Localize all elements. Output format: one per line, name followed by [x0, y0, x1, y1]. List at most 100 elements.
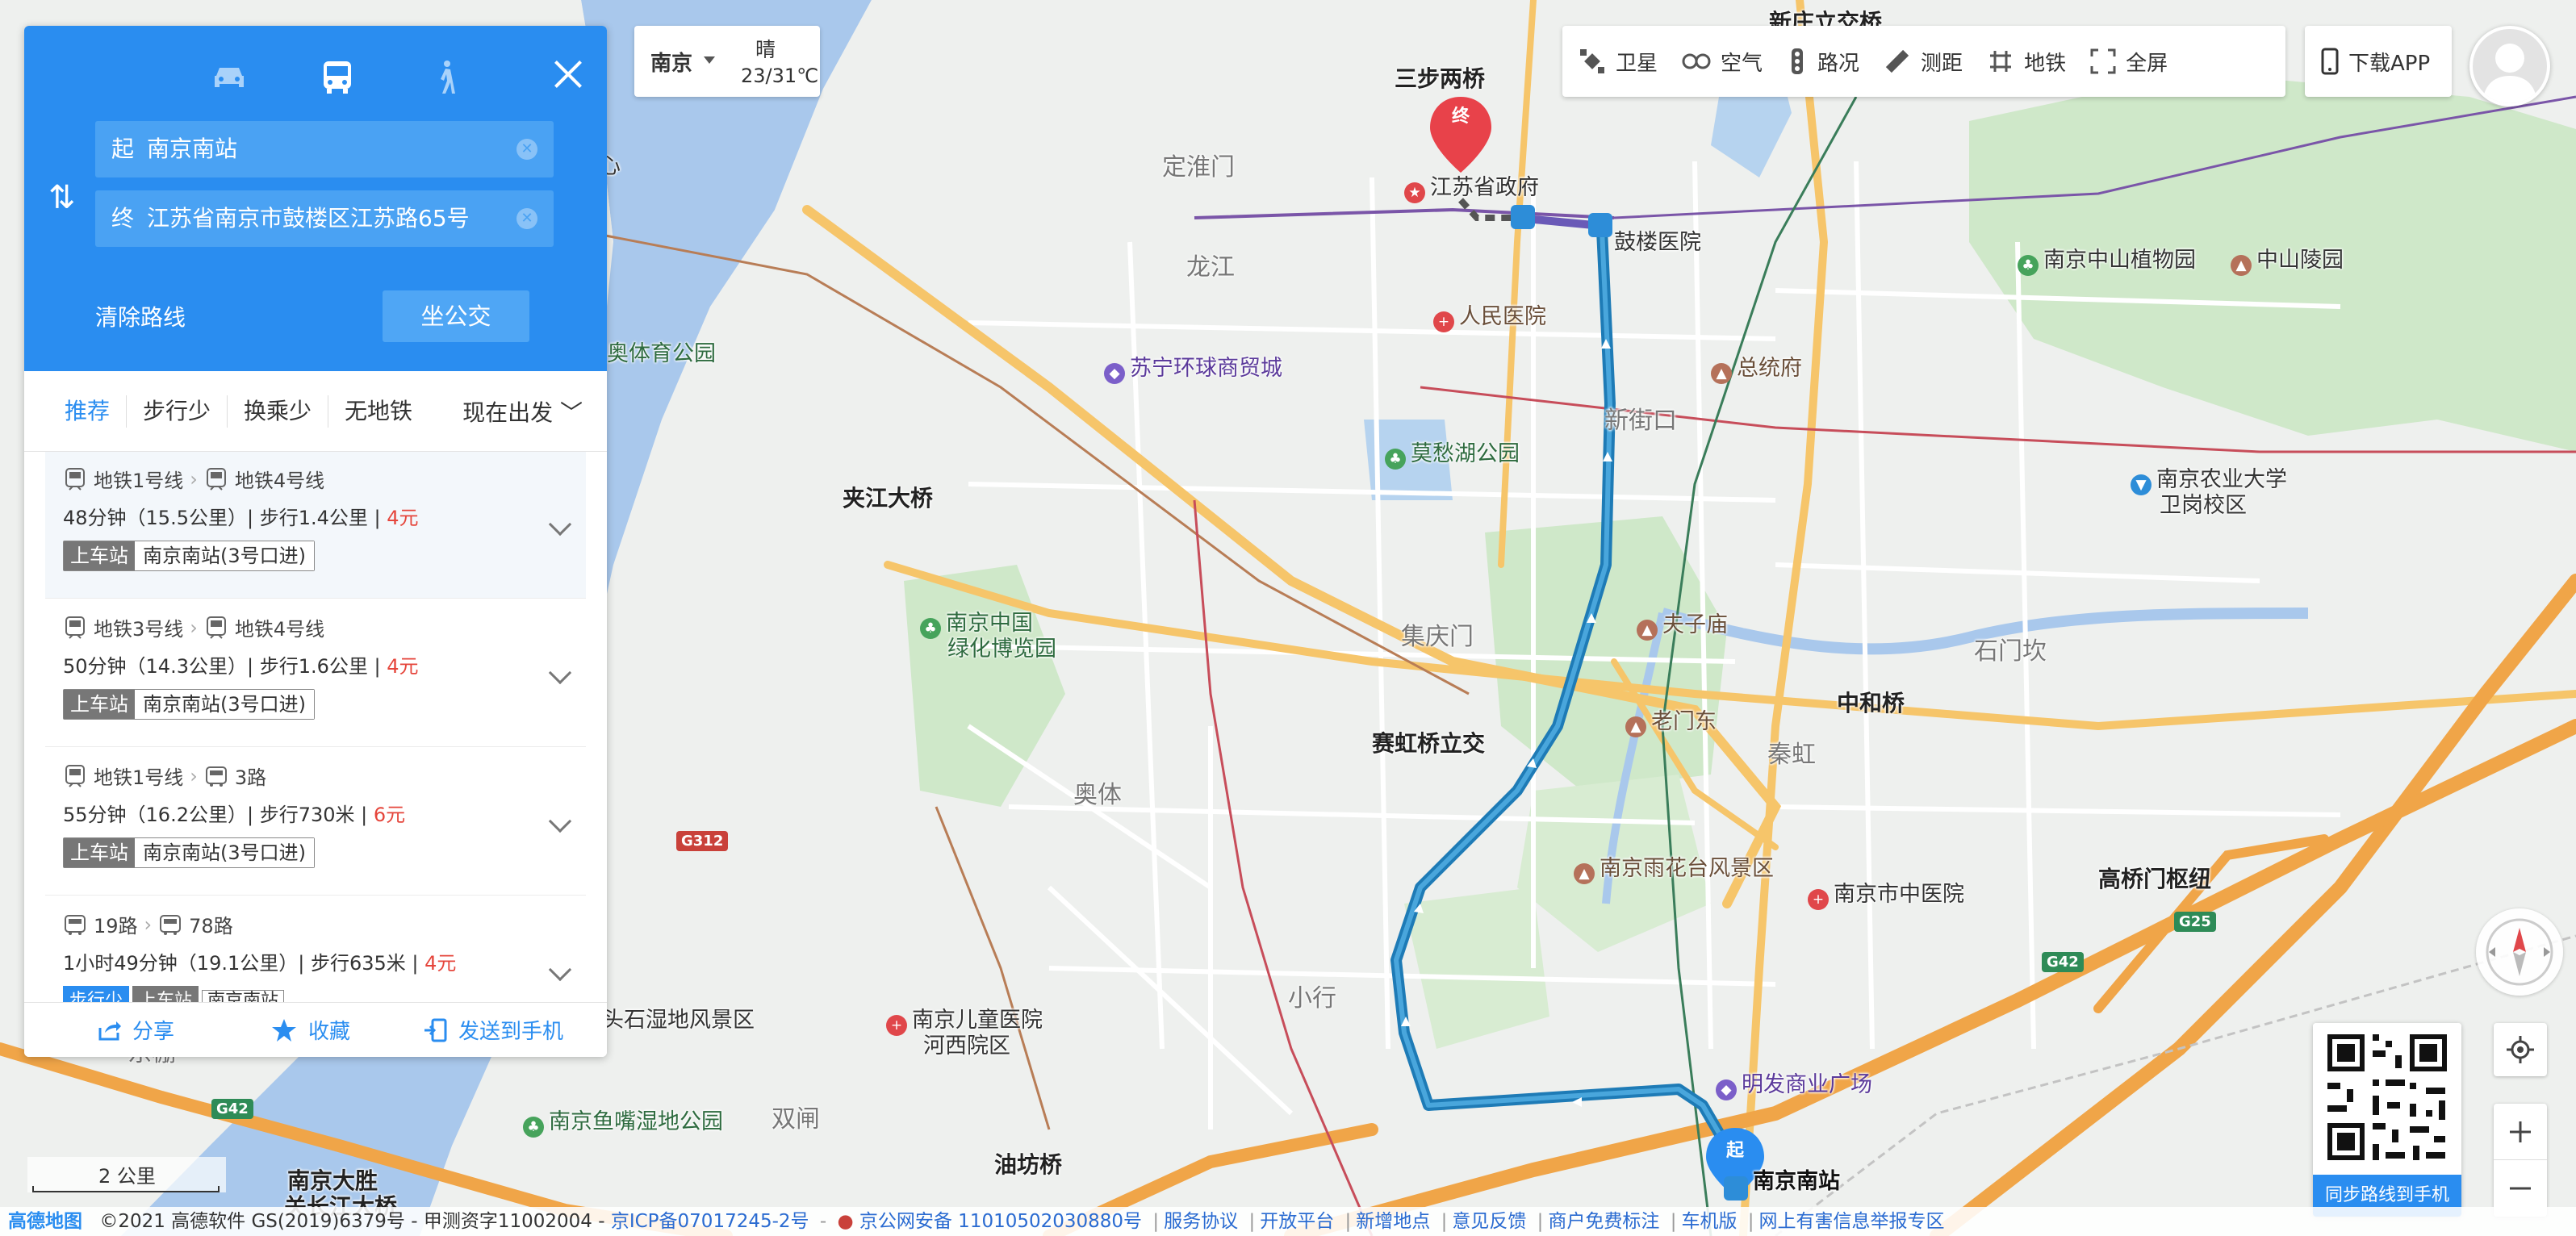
- weather-widget[interactable]: 南京 晴 23/31℃: [634, 26, 820, 97]
- user-avatar[interactable]: [2469, 26, 2550, 106]
- share-button[interactable]: 分享: [97, 1015, 174, 1045]
- favorite-label: 收藏: [308, 1020, 351, 1044]
- footer-link-report[interactable]: 网上有害信息举报专区: [1759, 1211, 1945, 1232]
- depart-label: 现在出发: [462, 399, 554, 426]
- park-icon: ♣: [2018, 255, 2039, 276]
- route-plan-4[interactable]: 19路 › 78路 1小时49分钟（19.1公里）| 步行635米 | 4元 步…: [45, 897, 586, 1002]
- poi-mochou[interactable]: ♣ 莫愁湖公园: [1385, 436, 1520, 470]
- poi-suning[interactable]: ◆ 苏宁环球商贸城: [1104, 350, 1282, 384]
- swap-icon[interactable]: ⇅: [48, 179, 76, 216]
- police-badge-icon: ●: [837, 1211, 854, 1232]
- leg-label: 地铁1号线: [94, 470, 184, 492]
- footer-link-add-place[interactable]: 新增地点: [1356, 1211, 1430, 1232]
- bus-icon: [65, 914, 86, 935]
- poi-zongtongfu[interactable]: ▲ 总统府: [1711, 350, 1802, 384]
- park-icon: ♣: [1385, 449, 1406, 470]
- footer-link-feedback[interactable]: 意见反馈: [1452, 1211, 1526, 1232]
- road-shield-g42: G42: [211, 1099, 253, 1119]
- send-to-phone-button[interactable]: 发送到手机: [423, 1015, 563, 1045]
- footer-link-open-platform[interactable]: 开放平台: [1260, 1211, 1334, 1232]
- clear-start-icon[interactable]: ✕: [516, 139, 537, 160]
- traffic-light-icon: [1792, 48, 1804, 74]
- download-app-button[interactable]: 下载APP: [2305, 26, 2452, 97]
- measure-button[interactable]: 测距: [1884, 47, 1963, 77]
- tab-less-walking[interactable]: 步行少: [127, 395, 228, 428]
- route-plan-2[interactable]: 地铁3号线 › 地铁4号线 50分钟（14.3公里）| 步行1.6公里 | 4元…: [45, 600, 586, 747]
- poi-yuhuatai[interactable]: ▲ 南京雨花台风景区: [1574, 850, 1774, 884]
- poi-laomendong[interactable]: ▲ 老门东: [1625, 704, 1717, 737]
- subway-button[interactable]: 地铁: [1987, 47, 2066, 77]
- expand-chevron-icon[interactable]: [548, 661, 572, 685]
- badge-station: 南京南站: [202, 990, 285, 1002]
- take-bus-button[interactable]: 坐公交: [383, 290, 529, 342]
- poi-mingfa[interactable]: ◆ 明发商业广场: [1716, 1067, 1872, 1100]
- star-icon: [272, 1018, 297, 1042]
- poi-zhongshan-bot[interactable]: ♣ 南京中山植物园: [2018, 242, 2196, 276]
- clear-route-link[interactable]: 清除路线: [95, 300, 186, 332]
- satellite-button[interactable]: 卫星: [1579, 47, 1658, 77]
- tab-recommended[interactable]: 推荐: [48, 395, 128, 428]
- leg-label: 地铁4号线: [234, 618, 325, 641]
- plan-info: 50分钟（14.3公里）| 步行1.6公里 | 4元: [63, 650, 419, 679]
- road-shield-g42-b: G42: [2042, 952, 2084, 972]
- plan-info: 55分钟（16.2公里）| 步行730米 | 6元: [63, 799, 405, 827]
- download-label: 下载APP: [2348, 51, 2431, 76]
- zoom-in-button[interactable]: [2494, 1104, 2547, 1160]
- traffic-button[interactable]: 路况: [1787, 47, 1859, 77]
- label-sanbu: 三步两桥: [1395, 65, 1486, 92]
- leg-label: 地铁1号线: [94, 766, 184, 789]
- park-icon: ♣: [920, 618, 941, 639]
- poi-tcm[interactable]: + 南京市中医院: [1808, 876, 1964, 910]
- badge-less-walk: 步行少: [63, 986, 130, 1002]
- footer: 高德地图 ©2021 高德软件 GS(2019)6379号 - 甲测资字1100…: [0, 1207, 2576, 1236]
- walk-icon[interactable]: [423, 55, 468, 100]
- footer-link-car[interactable]: 车机版: [1681, 1211, 1737, 1232]
- poi-fuzimiao[interactable]: ▲ 夫子庙: [1637, 607, 1728, 641]
- route-panel: ⇅ 起南京南站 ✕ 终江苏省南京市鼓楼区江苏路65号 ✕ 清除路线 坐公交 推荐…: [24, 26, 607, 1057]
- plan-info: 1小时49分钟（19.1公里）| 步行635米 | 4元: [63, 947, 456, 975]
- police-link[interactable]: 京公网安备 11010502030880号: [859, 1211, 1142, 1232]
- icp-link[interactable]: 京ICP备07017245-2号: [611, 1211, 809, 1232]
- favorite-button[interactable]: 收藏: [271, 1015, 350, 1045]
- label-jiqingmen: 集庆门: [1401, 623, 1474, 651]
- air-icon: [1682, 53, 1711, 69]
- poi-renmin[interactable]: + 人民医院: [1433, 299, 1546, 332]
- poi-jiangsu-gov[interactable]: ★ 江苏省政府: [1404, 169, 1539, 203]
- share-icon: [98, 1021, 121, 1040]
- label-child-hosp-2: 河西院区: [923, 1033, 1010, 1059]
- traffic-label: 路况: [1817, 51, 1860, 76]
- bus-icon[interactable]: [315, 55, 360, 100]
- chevron-down-icon: ﹀: [559, 399, 583, 426]
- city-select[interactable]: 南京: [650, 47, 692, 77]
- clear-end-icon[interactable]: ✕: [516, 208, 537, 229]
- route-plan-1[interactable]: 地铁1号线 › 地铁4号线 48分钟（15.5公里）| 步行1.4公里 | 4元…: [45, 452, 586, 599]
- end-input[interactable]: 终江苏省南京市鼓楼区江苏路65号 ✕: [95, 190, 554, 247]
- car-icon[interactable]: [207, 55, 252, 100]
- sync-qr-panel[interactable]: 同步路线到手机: [2313, 1023, 2461, 1217]
- tab-fewer-transfers[interactable]: 换乘少: [228, 395, 329, 428]
- expand-chevron-icon[interactable]: [548, 512, 572, 537]
- start-marker[interactable]: 起: [1724, 1136, 1746, 1162]
- start-input[interactable]: 起南京南站 ✕: [95, 121, 554, 177]
- locate-button[interactable]: [2494, 1023, 2547, 1076]
- label-greenexpo-2: 绿化博览园: [947, 637, 1056, 662]
- air-label: 空气: [1721, 51, 1763, 76]
- route-plan-3[interactable]: 地铁1号线 › 3路 55分钟（16.2公里）| 步行730米 | 6元 上车站…: [45, 749, 586, 896]
- road-shield-g312: G312: [676, 831, 729, 851]
- depart-time-select[interactable]: 现在出发 ﹀: [462, 395, 583, 428]
- user-icon: [2482, 44, 2537, 103]
- poi-yuzui[interactable]: ♣ 南京鱼嘴湿地公园: [523, 1104, 723, 1138]
- tab-no-subway[interactable]: 无地铁: [328, 395, 429, 428]
- compass-control[interactable]: [2476, 908, 2563, 996]
- end-tag: 终: [111, 205, 135, 232]
- fullscreen-button[interactable]: 全屏: [2090, 47, 2168, 77]
- poi-zhongshan-ling[interactable]: ▲ 中山陵园: [2231, 242, 2344, 276]
- expand-chevron-icon[interactable]: [548, 958, 572, 982]
- footer-link-merchant[interactable]: 商户免费标注: [1548, 1211, 1659, 1232]
- air-button[interactable]: 空气: [1682, 47, 1763, 77]
- expand-chevron-icon[interactable]: [548, 809, 572, 833]
- footer-link-terms[interactable]: 服务协议: [1164, 1211, 1238, 1232]
- start-value: 南京南站: [147, 136, 238, 162]
- close-icon[interactable]: [547, 53, 589, 95]
- end-marker[interactable]: 终: [1449, 102, 1472, 127]
